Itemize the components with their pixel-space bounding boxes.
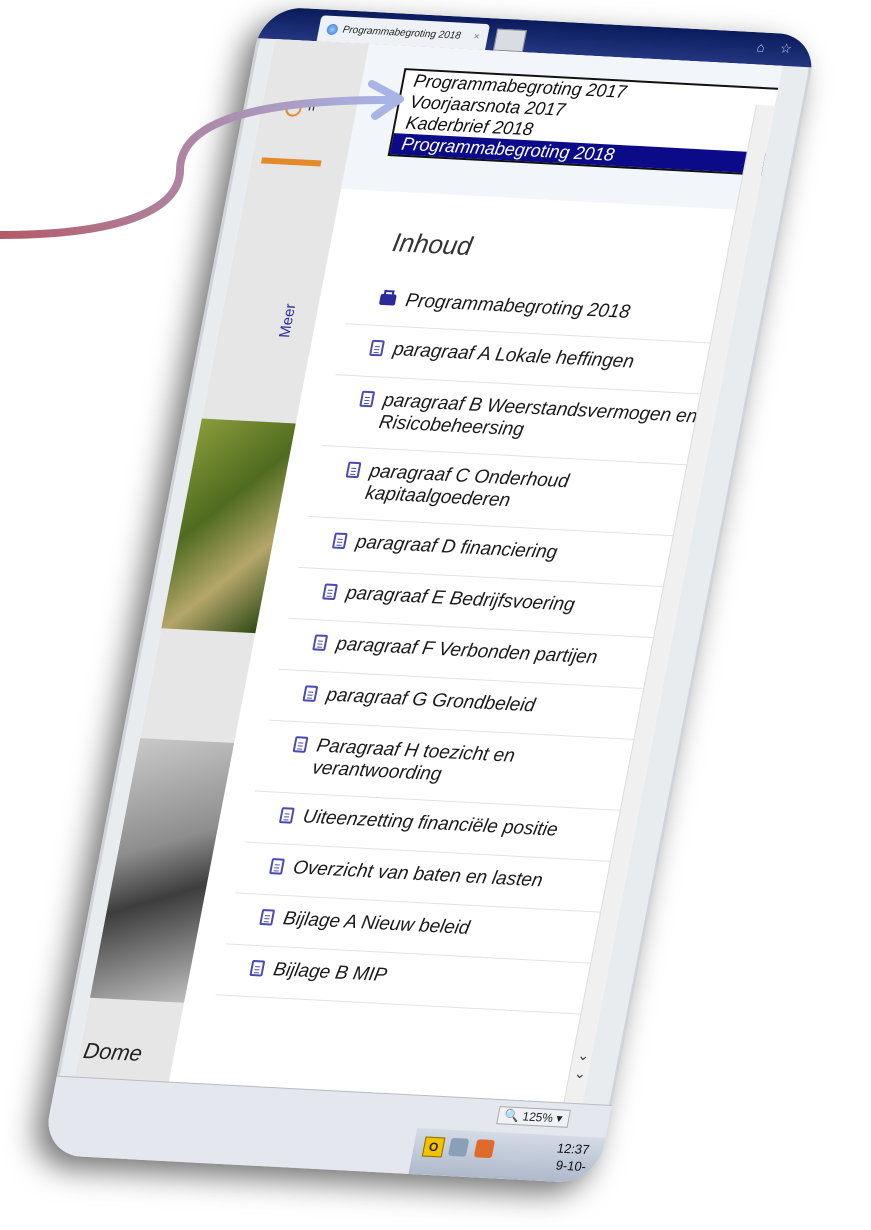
- search-icon[interactable]: [284, 100, 304, 118]
- document-icon-wrapper: [331, 530, 349, 555]
- zoom-level: 125%: [521, 1109, 555, 1125]
- document-icon: [312, 634, 329, 651]
- document-icon-wrapper: [344, 460, 362, 485]
- toc-item-label: paragraaf C Onderhoud kapitaalgoederen: [363, 460, 571, 512]
- toc-item-label: Bijlage B MIP: [271, 959, 389, 987]
- chevron-down-icon[interactable]: ⌄: [576, 1047, 591, 1065]
- toc-item-label: paragraaf G Grondbeleid: [324, 684, 537, 717]
- toc-item-label: Paragraaf H toezicht en verantwoording: [310, 735, 517, 786]
- document-icon: [292, 736, 309, 753]
- toc-item-label: Bijlage A Nieuw beleid: [281, 908, 472, 939]
- toc-item-label: paragraaf E Bedrijfsvoering: [344, 582, 577, 616]
- document-icon: [345, 461, 362, 479]
- toc-item-label: paragraaf A Lokale heffingen: [391, 338, 636, 373]
- toc-item-label: paragraaf D financiering: [354, 531, 560, 564]
- document-icon-wrapper: [258, 907, 276, 932]
- document-icon-wrapper: [268, 856, 286, 881]
- taskbar-tray: O 12:37 9-10-: [408, 1127, 606, 1184]
- search-partial-text: II: [306, 97, 318, 114]
- toc-item-label: Overzicht van baten en lasten: [291, 857, 545, 892]
- document-icon: [322, 583, 338, 601]
- tray-network-icon[interactable]: [447, 1137, 470, 1157]
- toc-item-label: Programmabegroting 2018: [403, 290, 632, 323]
- document-icon-wrapper: [291, 734, 309, 759]
- document-icon: [269, 858, 285, 875]
- tab-title: Programmabegroting 2018: [341, 24, 462, 42]
- close-icon[interactable]: ×: [473, 31, 481, 42]
- document-icon-wrapper: [311, 632, 329, 657]
- top-band: Programmabegroting 2017 Voorjaarsnota 201…: [341, 44, 783, 211]
- accent-bar: [260, 157, 322, 167]
- tray-update-icon[interactable]: [473, 1139, 496, 1159]
- document-icon: [369, 339, 385, 357]
- page-content: II Meer Dome Programmabegroting 2017 Voor…: [74, 39, 783, 1105]
- document-icon: [331, 532, 348, 550]
- document-icon: [359, 390, 376, 408]
- home-star-icons[interactable]: ⌂ ☆: [755, 39, 800, 57]
- toc-title: Inhoud: [390, 227, 475, 262]
- globe-icon: [325, 23, 339, 35]
- new-tab-button[interactable]: [492, 28, 527, 53]
- toc-item-label: paragraaf B Weerstandsvermogen en Risico…: [377, 389, 700, 441]
- document-icon: [249, 959, 266, 977]
- print-icon-wrapper: [378, 289, 398, 312]
- document-icon-wrapper: [321, 581, 339, 606]
- document-icon-wrapper: [301, 683, 319, 708]
- clock-time: 12:37: [555, 1140, 591, 1158]
- print-icon: [378, 293, 397, 306]
- domain-label[interactable]: Dome: [81, 1038, 144, 1067]
- document-icon: [259, 908, 276, 926]
- browser-window: Programmabegroting 2018 × ⌂ ☆ II Meer Do…: [41, 6, 819, 1184]
- document-icon-wrapper: [368, 338, 386, 363]
- toc-item-label: paragraaf F Verbonden partijen: [334, 633, 600, 669]
- document-icon-wrapper: [278, 805, 296, 830]
- chevron-down-icon[interactable]: ⌄: [573, 1065, 588, 1083]
- document-icon-wrapper: [358, 389, 376, 414]
- zoom-control[interactable]: 🔍 125% ▾: [495, 1106, 571, 1128]
- toc-item-label: Uiteenzetting financiële positie: [301, 806, 560, 841]
- document-icon-wrapper: [248, 958, 266, 983]
- clock[interactable]: 12:37 9-10-: [552, 1139, 591, 1175]
- document-icon: [302, 685, 319, 702]
- meer-tab[interactable]: Meer: [276, 303, 299, 338]
- document-icon: [278, 807, 295, 824]
- document-select[interactable]: Programmabegroting 2017 Voorjaarsnota 201…: [387, 68, 783, 180]
- tray-app-icon[interactable]: O: [421, 1136, 446, 1158]
- clock-date: 9-10-: [554, 1157, 588, 1175]
